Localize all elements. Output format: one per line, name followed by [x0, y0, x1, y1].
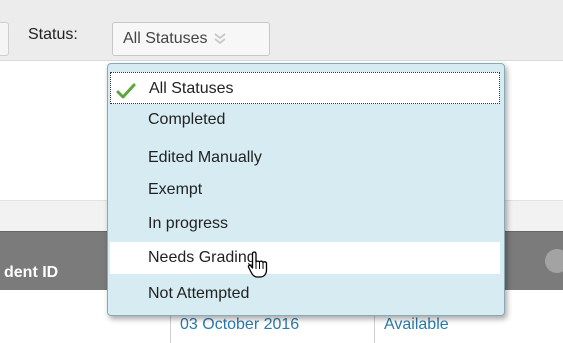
- checkmark-icon: [116, 80, 136, 99]
- option-label: Edited Manually: [148, 149, 262, 166]
- double-chevron-down-icon: [213, 32, 227, 46]
- status-option-edited-manually[interactable]: Edited Manually: [110, 142, 500, 174]
- status-select-value: All Statuses: [123, 30, 208, 47]
- option-label: Needs Grading: [148, 249, 256, 266]
- status-select[interactable]: All Statuses: [112, 22, 270, 56]
- status-option-exempt[interactable]: Exempt: [110, 174, 500, 206]
- option-label: Exempt: [148, 181, 203, 198]
- column-options-icon[interactable]: [545, 249, 563, 273]
- status-option-needs-grading[interactable]: Needs Grading: [110, 242, 500, 274]
- option-label: In progress: [148, 215, 229, 232]
- status-option-all-statuses[interactable]: All Statuses: [110, 72, 500, 104]
- filter-toolbar: Status: All Statuses: [0, 0, 563, 61]
- option-label: All Statuses: [149, 80, 234, 97]
- status-option-in-progress[interactable]: In progress: [110, 208, 500, 240]
- due-date-cell[interactable]: 03 October 2016: [180, 316, 299, 334]
- status-option-not-attempted[interactable]: Not Attempted: [110, 278, 500, 310]
- previous-filter-control[interactable]: [0, 22, 9, 56]
- column-header-student-id[interactable]: dent ID: [4, 264, 58, 282]
- status-label: Status:: [28, 26, 78, 43]
- status-option-completed[interactable]: Completed: [110, 104, 500, 136]
- availability-cell[interactable]: Available: [384, 316, 449, 334]
- option-label: Completed: [148, 111, 226, 128]
- status-dropdown-list: All Statuses Completed Edited Manually E…: [107, 63, 505, 316]
- hand-pointer-icon: [246, 250, 270, 280]
- option-label: Not Attempted: [148, 285, 250, 302]
